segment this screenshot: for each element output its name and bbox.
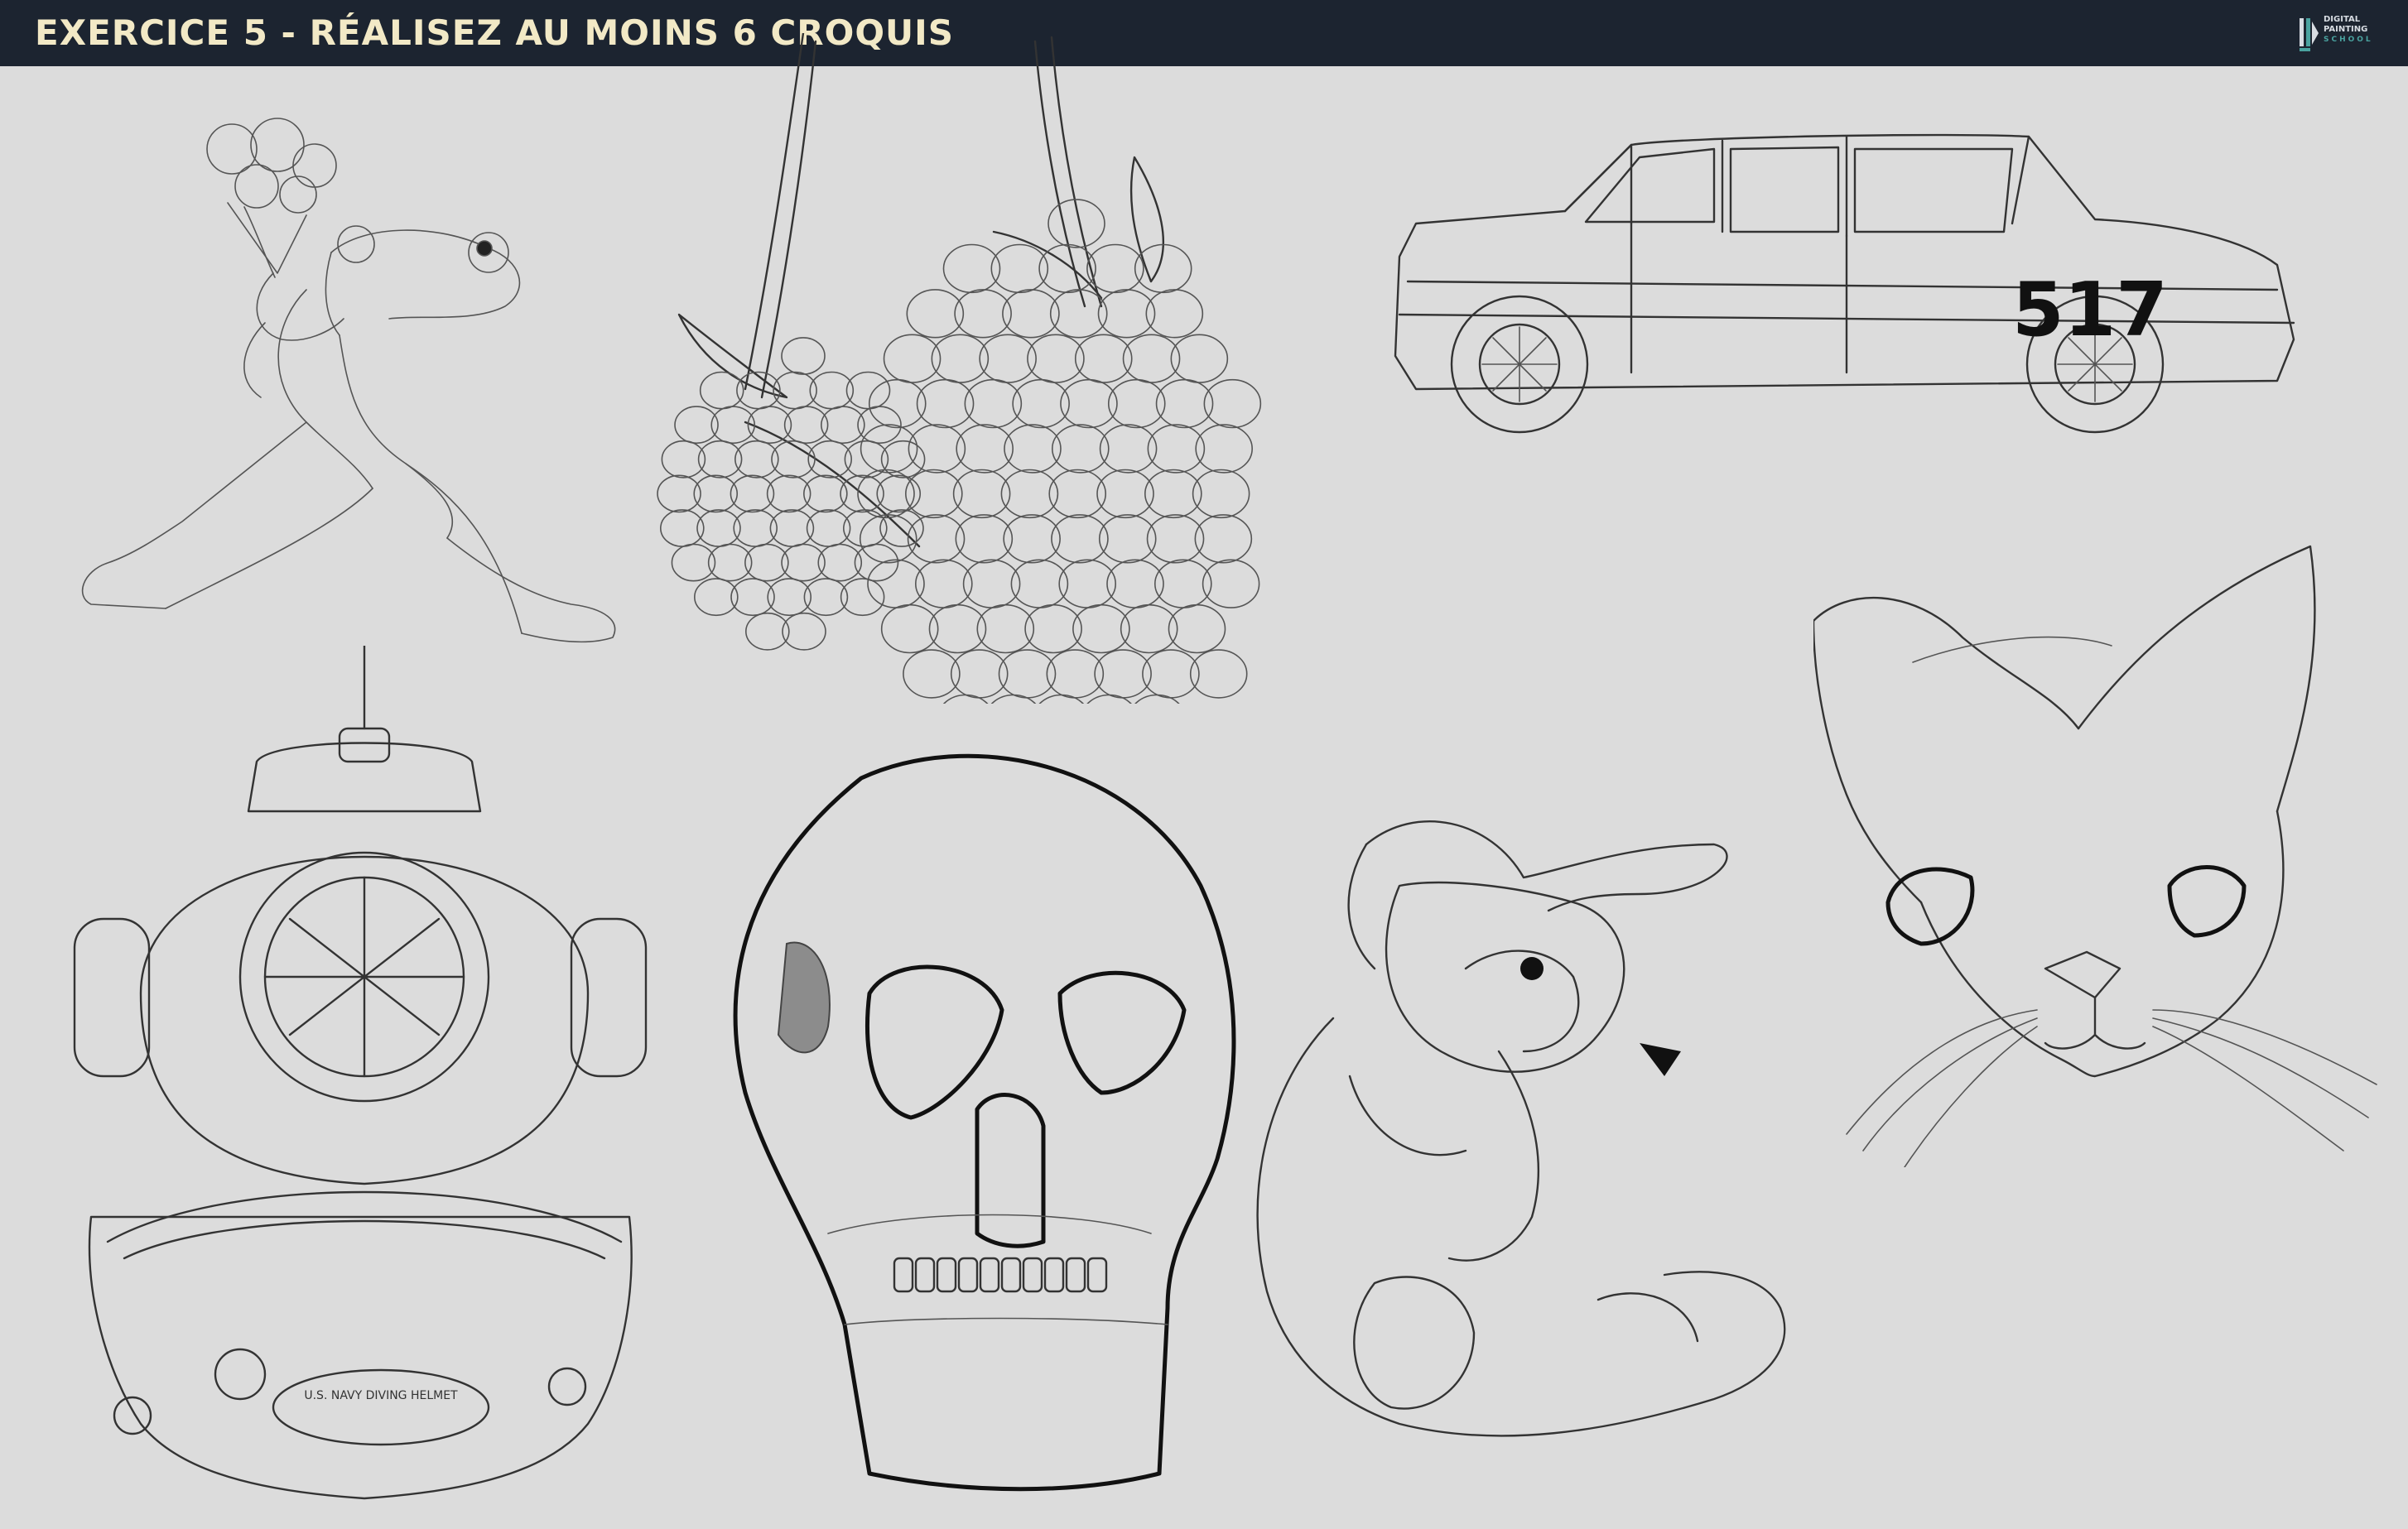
- raspberries-sketch: [657, 33, 1262, 704]
- skull-tooth: [1065, 1257, 1086, 1293]
- skull-tooth: [979, 1257, 1000, 1293]
- frog-with-bouquet-sketch: [81, 118, 616, 643]
- logo-text: DIGITAL PAINTING SCHOOL: [2324, 15, 2390, 45]
- drupelet: [1038, 694, 1085, 704]
- diving-helmet-sketch: U.S. NAVY DIVING HELMET: [73, 646, 648, 1500]
- skull-tooth: [893, 1257, 914, 1293]
- skull-tooth: [1043, 1257, 1065, 1293]
- cat-head-sketch: [1813, 545, 2377, 1167]
- skull-tooth: [1086, 1257, 1108, 1293]
- drupelet: [1086, 694, 1132, 704]
- helmet-plate-text: U.S. NAVY DIVING HELMET: [304, 1389, 458, 1402]
- skull-tooth: [957, 1257, 979, 1293]
- skull-tooth: [1022, 1257, 1043, 1293]
- drupelet: [1134, 694, 1180, 704]
- school-logo: DIGITAL PAINTING SCHOOL: [2297, 13, 2390, 55]
- skull-sketch: [733, 753, 1236, 1492]
- logo-line-1: DIGITAL: [2324, 15, 2361, 24]
- skull-tooth: [936, 1257, 957, 1293]
- plush-rabbit-sketch: [1256, 820, 1786, 1437]
- skull-tooth: [1000, 1257, 1022, 1293]
- car-sketch: 517: [1394, 133, 2295, 434]
- logo-line-3: SCHOOL: [2324, 36, 2373, 44]
- drupelet: [942, 694, 989, 704]
- race-number: 517: [2012, 267, 2168, 353]
- logo-line-2: PAINTING: [2324, 25, 2368, 34]
- skull-tooth: [914, 1257, 936, 1293]
- drupelet: [990, 694, 1037, 704]
- drupelet: [781, 337, 826, 375]
- brush-logo-icon: [2300, 18, 2319, 51]
